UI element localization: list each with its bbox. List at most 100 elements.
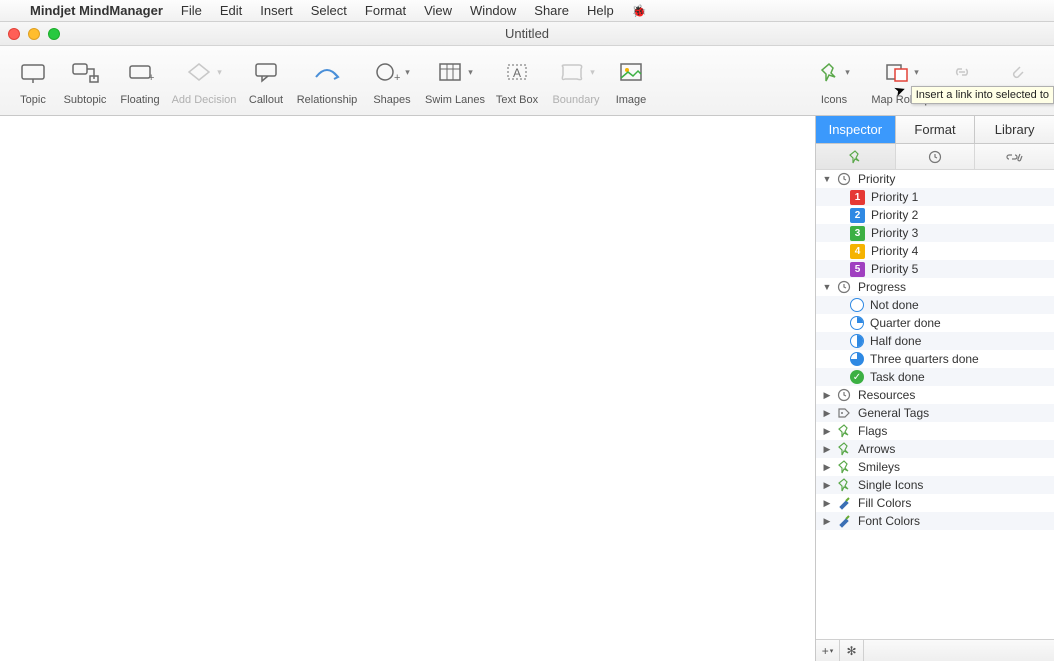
disclosure-right-icon[interactable] (822, 516, 832, 527)
close-window-button[interactable] (8, 28, 20, 40)
tree-group-resources[interactable]: Resources (816, 386, 1054, 404)
shapes-button[interactable]: +▾ Shapes (364, 52, 420, 106)
menu-file[interactable]: File (181, 3, 202, 18)
linkattach-small-icon (1006, 150, 1024, 164)
add-decision-button[interactable]: ▾ Add Decision (166, 52, 242, 106)
icons-label: Icons (821, 94, 847, 106)
topic-button[interactable]: Topic (10, 52, 56, 106)
tree-group-flags[interactable]: Flags (816, 422, 1054, 440)
boundary-label: Boundary (552, 94, 599, 106)
priority-2-icon: 2 (850, 208, 865, 223)
menu-select[interactable]: Select (311, 3, 347, 18)
map-canvas[interactable] (0, 116, 815, 661)
topic-label: Topic (20, 94, 46, 106)
tree-item-priority-1[interactable]: 1Priority 1 (816, 188, 1054, 206)
priority-5-icon: 5 (850, 262, 865, 277)
disclosure-right-icon[interactable] (822, 462, 832, 473)
disclosure-down-icon[interactable] (822, 282, 832, 292)
tree-item-task-done[interactable]: ✓Task done (816, 368, 1054, 386)
disclosure-right-icon[interactable] (822, 444, 832, 455)
image-icon (618, 61, 644, 83)
tree-group-label: Font Colors (856, 514, 920, 528)
disclosure-right-icon[interactable] (822, 480, 832, 491)
tree-group-priority[interactable]: Priority (816, 170, 1054, 188)
tree-group-font-colors[interactable]: Font Colors (816, 512, 1054, 530)
tree-group-label: Arrows (856, 442, 895, 456)
callout-label: Callout (249, 94, 283, 106)
clock-icon (836, 171, 852, 187)
add-decision-label: Add Decision (172, 94, 237, 106)
relationship-button[interactable]: Relationship (290, 52, 364, 106)
tree-group-smileys[interactable]: Smileys (816, 458, 1054, 476)
disclosure-down-icon[interactable] (822, 174, 832, 184)
swim-lanes-button[interactable]: ▾ Swim Lanes (420, 52, 490, 106)
text-box-label: Text Box (496, 94, 538, 106)
menu-format[interactable]: Format (365, 3, 406, 18)
tree-group-label: Fill Colors (856, 496, 911, 510)
floating-button[interactable]: + Floating (114, 52, 166, 106)
tree-item-quarter-done[interactable]: Quarter done (816, 314, 1054, 332)
menu-share[interactable]: Share (534, 3, 569, 18)
menu-edit[interactable]: Edit (220, 3, 242, 18)
pin-small-icon (848, 150, 862, 164)
tree-group-progress[interactable]: Progress (816, 278, 1054, 296)
menu-insert[interactable]: Insert (260, 3, 293, 18)
menubar: Mindjet MindManager File Edit Insert Sel… (0, 0, 1054, 22)
traffic-lights (8, 28, 60, 40)
image-button[interactable]: Image (608, 52, 654, 106)
inspector-subtabs (816, 144, 1054, 170)
tree-item-three-quarters-done[interactable]: Three quarters done (816, 350, 1054, 368)
tree-group-label: Single Icons (856, 478, 923, 492)
tree-item-not-done[interactable]: Not done (816, 296, 1054, 314)
callout-button[interactable]: Callout (242, 52, 290, 106)
tree-item-half-done[interactable]: Half done (816, 332, 1054, 350)
tree-item-priority-3[interactable]: 3Priority 3 (816, 224, 1054, 242)
settings-button[interactable]: ✻ (840, 640, 864, 661)
menu-help[interactable]: Help (587, 3, 614, 18)
boundary-icon (557, 61, 585, 83)
tab-format[interactable]: Format (896, 116, 976, 143)
disclosure-right-icon[interactable] (822, 498, 832, 509)
svg-text:+: + (394, 72, 400, 83)
disclosure-right-icon[interactable] (822, 408, 832, 419)
subtab-markers[interactable] (816, 144, 896, 169)
markers-tree: Priority 1Priority 1 2 Priority 2 3Priority … (816, 170, 1054, 639)
tab-library[interactable]: Library (975, 116, 1054, 143)
text-box-button[interactable]: A Text Box (490, 52, 544, 106)
relationship-icon (312, 61, 342, 83)
app-ladybug-icon[interactable]: 🐞 (632, 4, 647, 18)
tree-item-priority-2[interactable]: 2 Priority 2 (816, 206, 1054, 224)
tree-group-label: Priority (856, 172, 895, 186)
swim-lanes-label: Swim Lanes (425, 94, 485, 106)
relationship-label: Relationship (297, 94, 358, 106)
tree-item-label: Priority 2 (869, 208, 918, 222)
boundary-button[interactable]: ▾ Boundary (544, 52, 608, 106)
subtopic-button[interactable]: Subtopic (56, 52, 114, 106)
minimize-window-button[interactable] (28, 28, 40, 40)
app-name[interactable]: Mindjet MindManager (30, 3, 163, 18)
menu-view[interactable]: View (424, 3, 452, 18)
shapes-icon: + (374, 61, 400, 83)
inspector-tabs: Inspector Format Library (816, 116, 1054, 144)
inspector-footer: +▾ ✻ (816, 639, 1054, 661)
tree-item-label: Priority 3 (869, 226, 918, 240)
disclosure-right-icon[interactable] (822, 426, 832, 437)
tree-group-arrows[interactable]: Arrows (816, 440, 1054, 458)
progress-circle-icon (850, 334, 864, 348)
icons-button[interactable]: ▾ Icons (806, 52, 862, 106)
subtab-task[interactable] (896, 144, 976, 169)
menu-window[interactable]: Window (470, 3, 516, 18)
tree-item-priority-5[interactable]: 5Priority 5 (816, 260, 1054, 278)
add-marker-button[interactable]: +▾ (816, 640, 840, 661)
tab-inspector[interactable]: Inspector (816, 116, 896, 143)
tree-group-fill-colors[interactable]: Fill Colors (816, 494, 1054, 512)
tree-group-general-tags[interactable]: General Tags (816, 404, 1054, 422)
disclosure-right-icon[interactable] (822, 390, 832, 401)
tree-item-priority-4[interactable]: 4Priority 4 (816, 242, 1054, 260)
svg-text:A: A (513, 66, 521, 80)
tree-item-label: Quarter done (868, 316, 941, 330)
zoom-window-button[interactable] (48, 28, 60, 40)
tree-group-single-icons[interactable]: Single Icons (816, 476, 1054, 494)
topic-icon (18, 61, 48, 83)
subtab-attach[interactable] (975, 144, 1054, 169)
